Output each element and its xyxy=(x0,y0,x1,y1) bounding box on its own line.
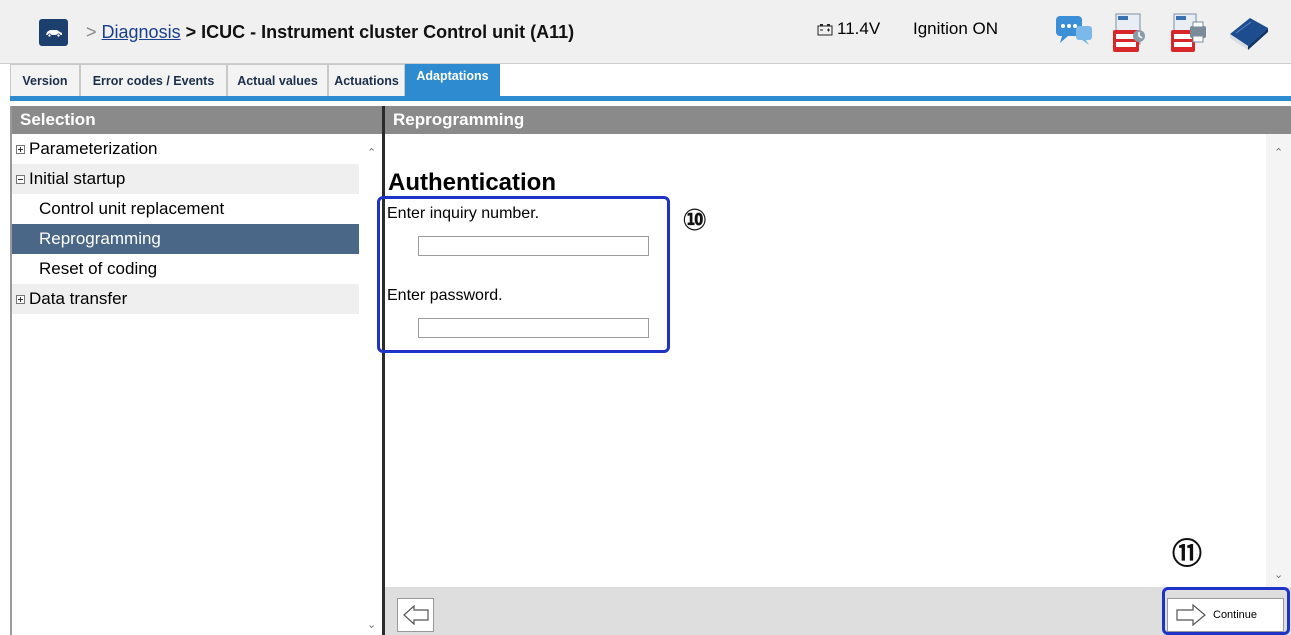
annotation-box-10 xyxy=(377,196,670,353)
scroll-down-icon[interactable]: ⌄ xyxy=(1274,568,1283,581)
tab-actual-values[interactable]: Actual values xyxy=(227,64,328,96)
back-button[interactable] xyxy=(397,598,434,632)
tree-item-label: Parameterization xyxy=(29,139,158,158)
breadcrumb-separator: > xyxy=(86,22,97,42)
footer-bar: Continue xyxy=(385,587,1291,635)
chat-icon[interactable] xyxy=(1052,12,1092,52)
breadcrumb-diagnosis-link[interactable]: Diagnosis xyxy=(102,22,181,42)
collapse-minus-icon[interactable] xyxy=(16,174,25,184)
tree-item-data-transfer[interactable]: Data transfer xyxy=(12,284,359,314)
arrow-left-icon xyxy=(402,605,429,625)
tree-item-control-unit-replacement[interactable]: Control unit replacement xyxy=(12,194,359,224)
tree-item-label: Control unit replacement xyxy=(39,199,225,218)
car-icon[interactable] xyxy=(39,19,68,46)
breadcrumb: > Diagnosis > ICUC - Instrument cluster … xyxy=(86,22,574,43)
battery-icon xyxy=(817,23,833,35)
tab-error-codes-events[interactable]: Error codes / Events xyxy=(80,64,227,96)
ignition-status: Ignition ON xyxy=(913,19,999,38)
annotation-number-10: ⑩ xyxy=(682,203,708,238)
tab-bar: Version Error codes / Events Actual valu… xyxy=(10,64,1291,101)
tab-adaptations[interactable]: Adaptations xyxy=(405,64,500,96)
tree-item-initial-startup[interactable]: Initial startup xyxy=(12,164,359,194)
authentication-heading: Authentication xyxy=(388,169,556,196)
tab-version[interactable]: Version xyxy=(10,64,80,96)
tree-item-label: Reset of coding xyxy=(39,259,158,278)
content-scrollbar[interactable]: ⌃ ⌄ xyxy=(1266,134,1291,587)
selection-header: Selection xyxy=(12,106,382,134)
manual-book-icon[interactable] xyxy=(1226,12,1268,52)
tree-item-reset-of-coding[interactable]: Reset of coding xyxy=(12,254,359,284)
content-header: Reprogramming xyxy=(385,106,1291,134)
tree-item-parameterization[interactable]: Parameterization xyxy=(12,134,359,164)
breadcrumb-current: > ICUC - Instrument cluster Control unit… xyxy=(185,22,575,42)
content-panel: Reprogramming Authentication Enter inqui… xyxy=(385,106,1291,635)
tree-item-label: Reprogramming xyxy=(39,229,161,248)
annotation-number-11: ⑪ xyxy=(1172,537,1202,572)
scroll-up-icon[interactable]: ⌃ xyxy=(1274,146,1283,159)
tree-item-reprogramming[interactable]: Reprogramming xyxy=(12,224,359,254)
expand-plus-icon[interactable] xyxy=(16,144,25,154)
voltage-value: 11.4V xyxy=(837,19,881,38)
tree-item-label: Initial startup xyxy=(29,169,126,188)
scroll-down-icon[interactable]: ⌄ xyxy=(367,618,376,631)
battery-voltage: 11.4V xyxy=(817,19,880,39)
expand-plus-icon[interactable] xyxy=(16,294,25,304)
top-header: > Diagnosis > ICUC - Instrument cluster … xyxy=(0,0,1291,64)
pdf-export-icon[interactable] xyxy=(1110,12,1150,52)
selection-panel: Selection Parameterization Initial start… xyxy=(10,106,384,635)
tree-item-label: Data transfer xyxy=(29,289,128,308)
scroll-up-icon[interactable]: ⌃ xyxy=(367,146,376,159)
annotation-box-11 xyxy=(1162,587,1290,635)
tab-actuations[interactable]: Actuations xyxy=(328,64,405,96)
pdf-print-icon[interactable] xyxy=(1168,12,1208,52)
